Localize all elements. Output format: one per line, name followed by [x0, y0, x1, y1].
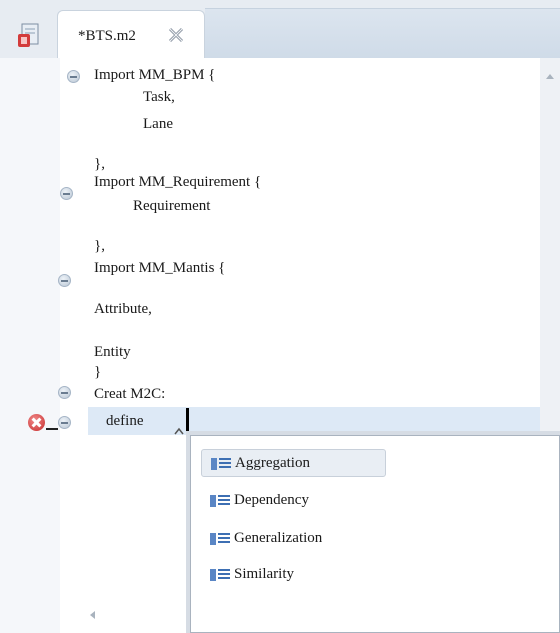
code-line: Entity [94, 344, 131, 360]
code-line: Lane [143, 116, 173, 132]
assist-item-similarity[interactable]: Similarity [201, 561, 386, 589]
class-list-icon [210, 533, 230, 545]
error-underline [46, 428, 58, 430]
assist-item-aggregation[interactable]: Aggregation [201, 449, 386, 477]
tab-bts-m2[interactable]: *BTS.m2 [57, 10, 205, 58]
code-line: define [106, 413, 144, 429]
model-file-icon [18, 23, 39, 47]
caret-up-icon [174, 427, 184, 435]
fold-toggle-icon[interactable] [58, 416, 71, 429]
code-line: Import MM_Mantis { [94, 260, 226, 276]
code-line: Import MM_BPM { [94, 67, 216, 83]
code-line: }, [94, 156, 105, 172]
code-line: }, [94, 238, 105, 254]
class-list-icon [210, 495, 230, 507]
assist-item-label: Aggregation [235, 455, 310, 471]
code-line: Requirement [133, 198, 211, 214]
code-line: Task, [143, 89, 175, 105]
scroll-left-arrow-icon[interactable] [88, 610, 98, 620]
text-cursor [186, 408, 189, 434]
code-line: Attribute, [94, 301, 152, 317]
code-line: Import MM_Requirement { [94, 174, 262, 190]
scroll-up-arrow-icon[interactable] [545, 72, 555, 82]
error-icon[interactable] [28, 414, 45, 431]
fold-toggle-icon[interactable] [67, 70, 80, 83]
content-assist-popup[interactable]: Aggregation Dependency Generalization Si… [190, 435, 560, 633]
editor-gutter [0, 58, 60, 633]
tab-title: *BTS.m2 [78, 28, 136, 44]
editor-tab-strip: *BTS.m2 [0, 0, 560, 58]
current-line-highlight [88, 407, 560, 435]
tab-strip-background [205, 8, 560, 58]
class-list-icon [210, 569, 230, 581]
fold-toggle-icon[interactable] [58, 386, 71, 399]
assist-item-label: Similarity [234, 566, 294, 582]
assist-item-dependency[interactable]: Dependency [201, 487, 386, 515]
close-icon[interactable] [166, 25, 186, 45]
code-editor[interactable]: Import MM_BPM { Task, Lane }, Import MM_… [0, 58, 560, 633]
class-list-icon [211, 458, 231, 470]
fold-toggle-icon[interactable] [58, 274, 71, 287]
assist-item-label: Dependency [234, 492, 309, 508]
assist-item-generalization[interactable]: Generalization [201, 525, 386, 553]
code-line: Creat M2C: [94, 386, 166, 402]
fold-toggle-icon[interactable] [60, 187, 73, 200]
code-line: } [94, 364, 102, 380]
assist-item-label: Generalization [234, 530, 323, 546]
